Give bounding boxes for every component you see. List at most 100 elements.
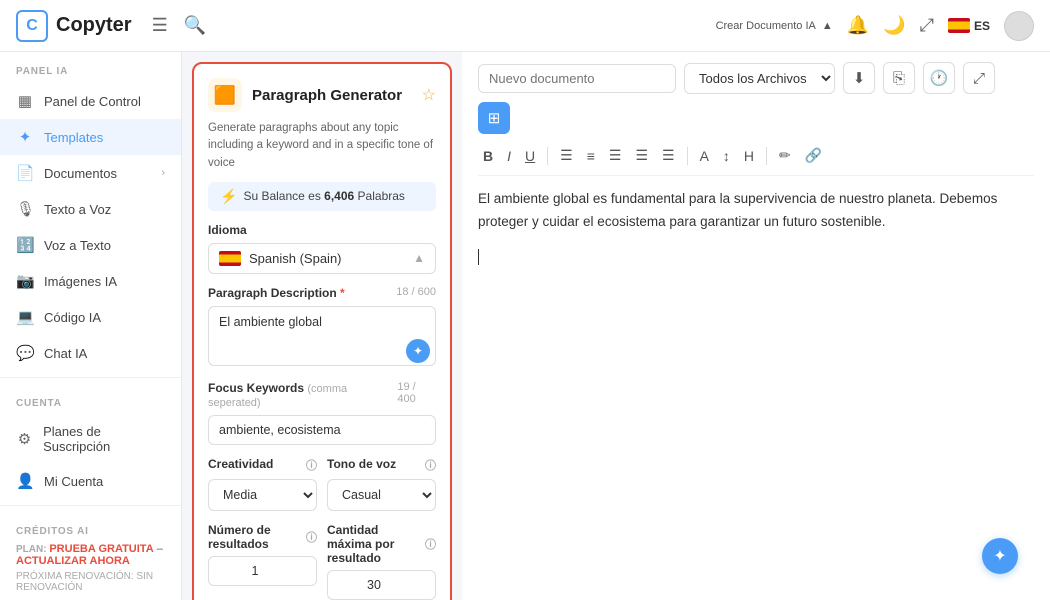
toolbar-share-icon[interactable]: ⤢ <box>963 62 995 94</box>
sidebar-label-panel-control: Panel de Control <box>44 94 141 109</box>
user-avatar[interactable] <box>1004 11 1034 41</box>
pen-button[interactable]: ✏ <box>774 144 796 167</box>
focus-keywords-count: 19 / 400 <box>397 381 436 409</box>
sidebar-item-panel-control[interactable]: ▦ Panel de Control <box>0 83 181 119</box>
focus-keywords-label: Focus Keywords (comma seperated) 19 / 40… <box>208 381 436 409</box>
camera-icon: 📷 <box>16 272 34 290</box>
ai-assist-icon[interactable]: ✦ <box>406 339 430 363</box>
chevron-right-icon: › <box>161 167 165 179</box>
paragraph-desc-label-text: Paragraph Description * <box>208 286 345 300</box>
paragraph-desc-textarea[interactable] <box>208 306 436 366</box>
editor-area[interactable]: El ambiente global es fundamental para l… <box>478 188 1034 590</box>
plan-separator: – <box>157 543 163 555</box>
sidebar-label-planes: Planes de Suscripción <box>43 424 165 454</box>
lang-left: Spanish (Spain) <box>219 251 342 266</box>
cantidad-maxima-input[interactable] <box>327 570 436 600</box>
bold-button[interactable]: B <box>478 145 498 167</box>
notifications-icon[interactable]: 🔔 <box>847 15 869 36</box>
language-select[interactable]: Spanish (Spain) ▲ <box>208 243 436 274</box>
star-icon[interactable]: ☆ <box>422 85 436 105</box>
sidebar-item-planes[interactable]: ⚙ Planes de Suscripción <box>0 415 181 463</box>
search-icon[interactable]: 🔍 <box>184 15 206 36</box>
plan-label: PLAN: <box>16 544 49 555</box>
cantidad-maxima-label: Cantidad máxima por resultado ⓘ <box>327 523 436 565</box>
user-icon: 👤 <box>16 472 34 490</box>
creatividad-select[interactable]: Media Baja Alta <box>208 479 317 511</box>
lightning-icon: ⚡ <box>220 188 237 205</box>
dark-mode-icon[interactable]: 🌙 <box>883 15 905 36</box>
toolbar-copy-icon[interactable]: ⎘ <box>883 62 915 94</box>
list-button[interactable]: ☰ <box>657 144 680 167</box>
toolbar-download-icon[interactable]: ⬇ <box>843 62 875 94</box>
ai-fab-button[interactable]: ✦ <box>982 538 1018 574</box>
editor-content: El ambiente global es fundamental para l… <box>478 188 1034 388</box>
document-icon: 📄 <box>16 164 34 182</box>
sidebar-item-documentos[interactable]: 📄 Documentos › <box>0 155 181 191</box>
sidebar-label-documentos: Documentos <box>44 166 117 181</box>
balance-text: Su Balance es 6,406 Palabras <box>243 189 404 203</box>
cantidad-maxima-label-text: Cantidad máxima por resultado <box>327 523 419 565</box>
balance-value: 6,406 <box>324 189 354 203</box>
heading-button[interactable]: H <box>739 145 759 167</box>
balance-unit: Palabras <box>358 189 405 203</box>
text-cursor <box>478 249 479 265</box>
grid-icon: ▦ <box>16 92 34 110</box>
paragraph-desc-field-group: Paragraph Description * 18 / 600 ✦ <box>208 286 436 369</box>
align-right-button[interactable]: ☰ <box>604 144 627 167</box>
sidebar-item-codigo[interactable]: 💻 Código IA <box>0 299 181 335</box>
line-height-button[interactable]: ↕ <box>718 145 735 167</box>
balance-bar: ⚡ Su Balance es 6,406 Palabras <box>208 182 436 211</box>
align-justify-button[interactable]: ☰ <box>630 144 653 167</box>
chat-icon: 💬 <box>16 344 34 362</box>
expand-icon[interactable]: ⤢ <box>920 15 934 36</box>
right-panel: Todos los Archivos ⬇ ⎘ 🕐 ⤢ ⊞ B I U ☰ ≡ ☰… <box>462 52 1050 600</box>
italic-button[interactable]: I <box>502 145 516 167</box>
toolbar-history-icon[interactable]: 🕐 <box>923 62 955 94</box>
sidebar-label-mi-cuenta: Mi Cuenta <box>44 474 103 489</box>
link-button[interactable]: 🔗 <box>800 144 827 167</box>
numero-resultados-field: Número de resultados ⓘ <box>208 523 317 600</box>
doc-name-input[interactable] <box>478 64 676 93</box>
align-left-button[interactable]: ☰ <box>555 144 578 167</box>
sidebar-item-voz-texto[interactable]: 🔢 Voz a Texto <box>0 227 181 263</box>
archive-select[interactable]: Todos los Archivos <box>684 63 835 94</box>
language-badge[interactable]: ES <box>948 18 990 33</box>
font-color-button[interactable]: A <box>695 145 714 167</box>
toolbar-active-icon[interactable]: ⊞ <box>478 102 510 134</box>
required-marker: * <box>340 286 345 300</box>
sidebar-item-templates[interactable]: ✦ Templates <box>0 119 181 155</box>
crear-documento-button[interactable]: Crear Documento IA ▲ <box>716 20 833 32</box>
sidebar-item-imagenes[interactable]: 📷 Imágenes IA <box>0 263 181 299</box>
creditos-label: CRÉDITOS AI <box>0 512 181 543</box>
focus-keywords-input[interactable] <box>208 415 436 445</box>
idioma-field-group: Idioma Spanish (Spain) ▲ <box>208 223 436 274</box>
format-separator-1 <box>547 147 548 165</box>
main-layout: PANEL IA ▦ Panel de Control ✦ Templates … <box>0 52 1050 600</box>
sidebar-item-chat[interactable]: 💬 Chat IA <box>0 335 181 371</box>
left-panel: 🟧 Paragraph Generator ☆ Generate paragra… <box>182 52 462 600</box>
logo[interactable]: C Copyter <box>16 10 132 42</box>
sidebar-item-texto-voz[interactable]: 🎙 Texto a Voz <box>0 191 181 227</box>
format-separator-2 <box>687 147 688 165</box>
menu-icon[interactable]: ☰ <box>152 15 168 36</box>
tono-select[interactable]: Casual Formal Técnico <box>327 479 436 511</box>
logo-box: C <box>16 10 48 42</box>
cantidad-info-icon[interactable]: ⓘ <box>425 536 436 552</box>
subscription-icon: ⚙ <box>16 430 33 448</box>
topnav-icons: ☰ 🔍 <box>152 15 207 36</box>
creatividad-info-icon[interactable]: ⓘ <box>306 457 317 473</box>
align-center-button[interactable]: ≡ <box>582 145 600 167</box>
topnav-right: Crear Documento IA ▲ 🔔 🌙 ⤢ ES <box>716 11 1034 41</box>
tono-info-icon[interactable]: ⓘ <box>425 457 436 473</box>
lang-flag <box>219 251 241 266</box>
sidebar-item-mi-cuenta[interactable]: 👤 Mi Cuenta <box>0 463 181 499</box>
underline-button[interactable]: U <box>520 145 540 167</box>
numero-resultados-input[interactable] <box>208 556 317 586</box>
tool-icon: 🟧 <box>208 78 242 112</box>
right-toolbar: Todos los Archivos ⬇ ⎘ 🕐 ⤢ ⊞ <box>478 62 1034 134</box>
plan-info: PLAN: PRUEBA GRATUITA – ACTUALIZAR AHORA… <box>0 543 181 599</box>
tono-label-text: Tono de voz <box>327 457 396 473</box>
numero-info-icon[interactable]: ⓘ <box>306 529 317 545</box>
upgrade-link[interactable]: ACTUALIZAR AHORA <box>16 555 130 567</box>
voice-text-icon: 🔢 <box>16 236 34 254</box>
